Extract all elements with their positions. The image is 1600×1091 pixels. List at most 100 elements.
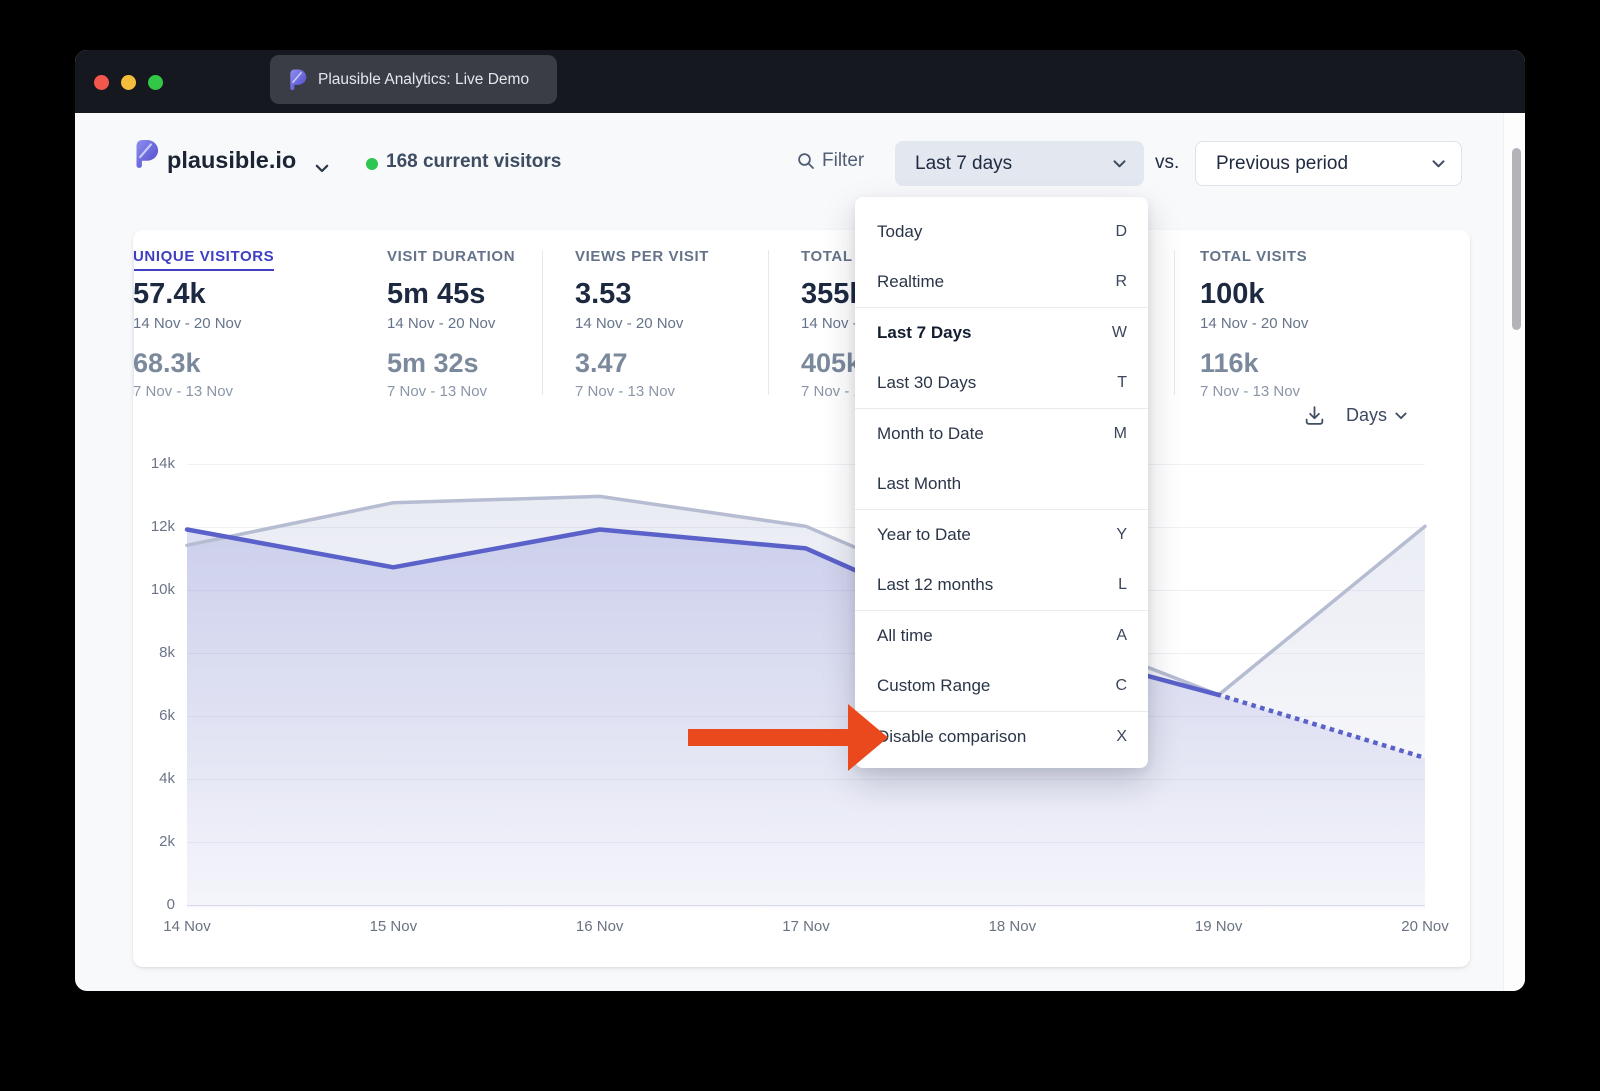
y-axis-tick: 14k <box>133 455 175 472</box>
scrollbar-thumb[interactable] <box>1512 148 1521 330</box>
browser-titlebar: Plausible Analytics: Live Demo <box>75 50 1525 113</box>
y-axis-tick: 12k <box>133 518 175 535</box>
stats-divider <box>542 250 543 395</box>
vs-label: vs. <box>1155 152 1179 174</box>
stats-divider <box>133 250 134 395</box>
x-axis-tick: 14 Nov <box>147 918 227 935</box>
x-axis-tick: 15 Nov <box>353 918 433 935</box>
dashboard-card: VISIT DURATION 5m 45s 14 Nov - 20 Nov 5m 32… <box>133 230 1470 967</box>
y-axis-tick: 8k <box>133 644 175 661</box>
filter-label: Filter <box>822 150 864 172</box>
metric-label: VIEWS PER VISIT <box>575 248 709 265</box>
menu-item-shortcut: T <box>1117 374 1127 392</box>
tab-title: Plausible Analytics: Live Demo <box>318 71 529 89</box>
y-axis-tick: 10k <box>133 581 175 598</box>
export-download-icon[interactable] <box>1303 404 1326 427</box>
site-switcher-chevron-icon[interactable] <box>315 160 329 178</box>
minimize-window-button[interactable] <box>121 75 136 90</box>
chevron-down-icon <box>1113 160 1126 168</box>
x-axis-tick: 19 Nov <box>1179 918 1259 935</box>
menu-item-today[interactable]: Today D <box>855 207 1148 257</box>
menu-item-month-to-date[interactable]: Month to Date M <box>855 409 1148 459</box>
plausible-favicon <box>287 68 307 91</box>
metric-previous-value: 3.47 <box>575 348 709 379</box>
menu-item-shortcut: L <box>1118 576 1127 594</box>
menu-item-realtime[interactable]: RealtimeR <box>855 257 1148 307</box>
menu-item-shortcut: X <box>1116 728 1127 746</box>
menu-item-label: Month to Date <box>877 424 984 444</box>
metric-tab-views-per-visit[interactable]: VIEWS PER VISIT 3.53 14 Nov - 20 Nov 3.47 7 … <box>575 248 709 400</box>
menu-item-label: Year to Date <box>877 525 971 545</box>
live-indicator-dot <box>366 158 378 170</box>
visitors-chart[interactable] <box>187 464 1425 910</box>
chevron-down-icon <box>1395 412 1407 420</box>
metric-value: 57.4k <box>133 278 274 311</box>
menu-item-label: Last Month <box>877 474 961 494</box>
menu-item-label: Today <box>877 222 922 242</box>
metric-previous-range: 7 Nov - 13 Nov <box>575 383 709 400</box>
menu-item-shortcut: M <box>1114 425 1127 443</box>
date-range-value: Last 7 days <box>915 153 1012 175</box>
metric-value: 100k <box>1200 278 1308 311</box>
menu-item-last-7-days[interactable]: Last 7 Days W <box>855 308 1148 358</box>
comparison-select[interactable]: Previous period <box>1195 141 1462 186</box>
menu-item-year-to-date[interactable]: Year to Date Y <box>855 510 1148 560</box>
y-axis-tick: 2k <box>133 833 175 850</box>
y-axis-tick: 6k <box>133 707 175 724</box>
x-axis-tick: 18 Nov <box>972 918 1052 935</box>
menu-item-shortcut: A <box>1116 627 1127 645</box>
x-axis-tick: 17 Nov <box>766 918 846 935</box>
metric-tab-total-visits[interactable]: TOTAL VISITS100k14 Nov - 20 Nov116k7 Nov… <box>1200 248 1308 400</box>
y-axis-tick: 4k <box>133 770 175 787</box>
close-window-button[interactable] <box>94 75 109 90</box>
metric-label: UNIQUE VISITORS <box>133 248 274 265</box>
menu-item-label: Last 30 Days <box>877 373 976 393</box>
interval-value: Days <box>1346 405 1387 426</box>
menu-item-label: All time <box>877 626 933 646</box>
menu-item-shortcut: C <box>1115 677 1127 695</box>
x-axis-tick: 16 Nov <box>560 918 640 935</box>
menu-item-shortcut: Y <box>1116 526 1127 544</box>
x-axis-tick: 20 Nov <box>1385 918 1465 935</box>
interval-select[interactable]: Days <box>1346 405 1407 426</box>
menu-item-last-month[interactable]: Last Month <box>855 459 1148 509</box>
metric-previous-value: 5m 32s <box>387 348 515 379</box>
annotation-arrow-icon <box>675 695 900 790</box>
chevron-down-icon <box>1432 160 1445 168</box>
menu-item-last-12-months[interactable]: Last 12 months L <box>855 560 1148 610</box>
metric-range: 14 Nov - 20 Nov <box>575 315 709 332</box>
metric-tab-unique-visitors[interactable]: UNIQUE VISITORS 57.4k 14 Nov - 20 Nov 68.3k… <box>133 248 274 400</box>
menu-item-last-30-days[interactable]: Last 30 Days T <box>855 358 1148 408</box>
stats-divider <box>1174 250 1175 395</box>
search-icon <box>797 152 815 170</box>
date-range-select[interactable]: Last 7 days <box>895 141 1144 186</box>
menu-item-shortcut: R <box>1115 273 1127 291</box>
metric-range: 14 Nov - 20 Nov <box>387 315 515 332</box>
metric-previous-value: 116k <box>1200 348 1308 379</box>
metric-previous-range: 7 Nov - 13 Nov <box>1200 383 1308 400</box>
comparison-value: Previous period <box>1216 153 1348 175</box>
menu-item-all-time[interactable]: All time A <box>855 611 1148 661</box>
browser-tab[interactable]: Plausible Analytics: Live Demo <box>270 55 557 104</box>
metric-tab-visit-duration[interactable]: VISIT DURATION 5m 45s 14 Nov - 20 Nov 5m 32… <box>387 248 515 400</box>
metric-value: 3.53 <box>575 278 709 311</box>
date-range-menu: Today D RealtimeR Last 7 Days W Last 30 Days T… <box>855 197 1148 768</box>
metric-previous-value: 68.3k <box>133 348 274 379</box>
metric-value: 5m 45s <box>387 278 515 311</box>
metric-previous-range: 7 Nov - 13 Nov <box>387 383 515 400</box>
current-visitors[interactable]: 168 current visitors <box>386 151 561 173</box>
menu-item-label: Custom Range <box>877 676 990 696</box>
menu-item-shortcut: W <box>1112 324 1127 342</box>
menu-item-shortcut: D <box>1115 223 1127 241</box>
menu-item-label: Last 12 months <box>877 575 993 595</box>
stats-divider <box>768 250 769 395</box>
menu-item-label: Last 7 Days <box>877 323 972 343</box>
metric-range: 14 Nov - 20 Nov <box>133 315 274 332</box>
filter-button[interactable]: Filter <box>797 150 864 172</box>
zoom-window-button[interactable] <box>148 75 163 90</box>
site-name[interactable]: plausible.io <box>167 147 296 174</box>
plausible-logo <box>132 138 159 169</box>
metric-previous-range: 7 Nov - 13 Nov <box>133 383 274 400</box>
y-axis-tick: 0 <box>133 896 175 913</box>
metric-label: VISIT DURATION <box>387 248 515 265</box>
